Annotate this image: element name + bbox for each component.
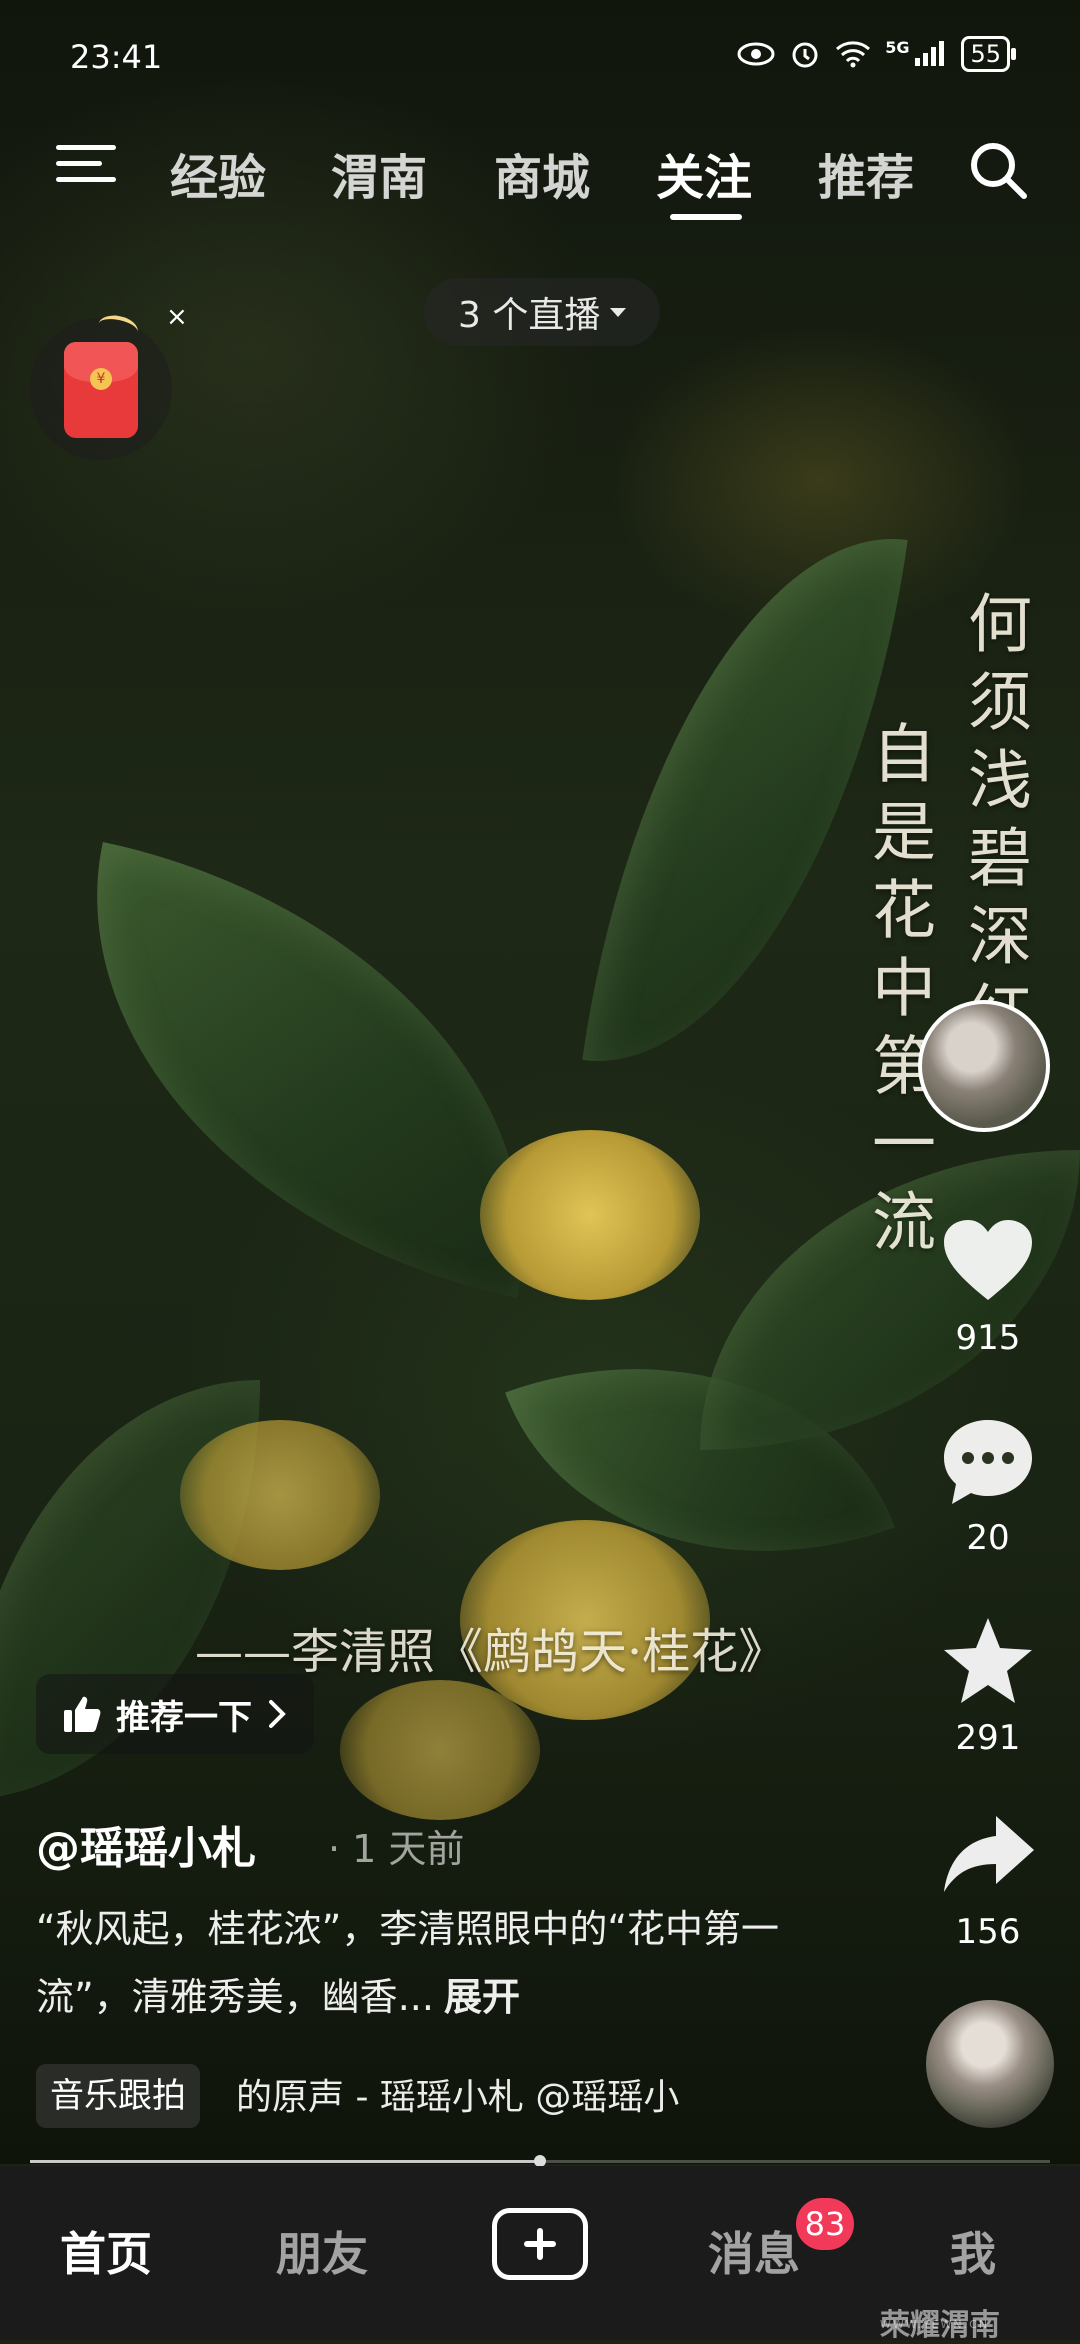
author-name[interactable]: @瑶瑶小札 [36,1812,256,1876]
osmanthus-cluster [180,1420,380,1570]
poem-line-2: 自是花中第一流 [861,720,935,1266]
expand-link[interactable]: 展开 [444,1975,520,2019]
status-time: 23:41 [70,38,163,76]
network-label: 5G [885,37,910,57]
tab-friends[interactable]: 朋友 [276,2218,368,2284]
comment-icon [944,1420,1032,1504]
wifi-icon [836,41,871,68]
alarm-icon [792,42,818,68]
close-icon[interactable]: × [166,302,188,332]
share-arrow-icon [944,1816,1034,1892]
recommend-label: 推荐一下 [116,1697,252,1738]
active-tab-indicator [670,214,742,220]
thumbs-up-icon [64,1696,101,1732]
tab-experience[interactable]: 经验 [170,138,266,208]
tab-messages[interactable]: 消息 [708,2218,800,2284]
music-title[interactable]: 的原声 - 瑶瑶小札 @瑶瑶小 [236,2068,796,2120]
heart-icon [944,1220,1032,1300]
caption[interactable]: “秋风起，桂花浓”，李清照眼中的“花中第一流”，清雅秀美，幽香... 展开 [36,1895,796,2031]
live-streams-label: 3 个直播 [458,295,601,336]
comment-button[interactable]: 20 [918,1412,1058,1558]
tab-mall[interactable]: 商城 [494,138,590,208]
progress-fill [30,2160,540,2163]
tab-weinan[interactable]: 渭南 [331,138,427,208]
favorite-count: 291 [955,1718,1021,1758]
like-button[interactable]: 915 [918,1212,1058,1358]
coin-label: ¥ [90,368,112,390]
live-streams-button[interactable]: 3 个直播 [424,278,661,346]
recommend-button[interactable]: 推荐一下 [36,1674,314,1754]
red-packet-button[interactable]: ¥ [30,312,172,460]
caption-text: “秋风起，桂花浓”，李清照眼中的“花中第一流”，清雅秀美，幽香... [36,1907,780,2019]
author-avatar[interactable] [918,1000,1050,1132]
comment-count: 20 [966,1518,1010,1558]
osmanthus-cluster [480,1130,700,1300]
poem-source: ——李清照《鹧鸪天·桂花》 [195,1624,787,1680]
red-envelope-icon: ¥ [64,342,138,438]
share-count: 156 [955,1912,1021,1952]
star-icon [944,1618,1032,1703]
music-disc[interactable] [926,2000,1054,2128]
search-icon[interactable] [966,138,1030,202]
chevron-right-icon [269,1700,286,1728]
messages-badge: 83 [796,2198,854,2250]
status-icons: 5G 55 [737,36,1016,72]
osmanthus-cluster [340,1680,540,1820]
music-follow-tag[interactable]: 音乐跟拍 [36,2064,200,2128]
create-post-button[interactable] [492,2208,588,2280]
caret-down-icon [610,307,627,317]
like-count: 915 [955,1318,1021,1358]
favorite-button[interactable]: 291 [918,1612,1058,1758]
tab-me[interactable]: 我 [950,2218,996,2284]
signal-icon [915,41,945,66]
eye-icon [737,42,775,66]
share-button[interactable]: 156 [918,1806,1058,1952]
battery-indicator: 55 [961,36,1016,72]
tab-following[interactable]: 关注 [656,138,752,208]
tab-home[interactable]: 首页 [60,2218,152,2284]
post-time: · 1 天前 [328,1827,465,1871]
tab-recommend[interactable]: 推荐 [818,138,914,208]
watermark-url: WWW.YEWN.CN [880,2318,990,2331]
menu-icon[interactable] [56,145,116,191]
